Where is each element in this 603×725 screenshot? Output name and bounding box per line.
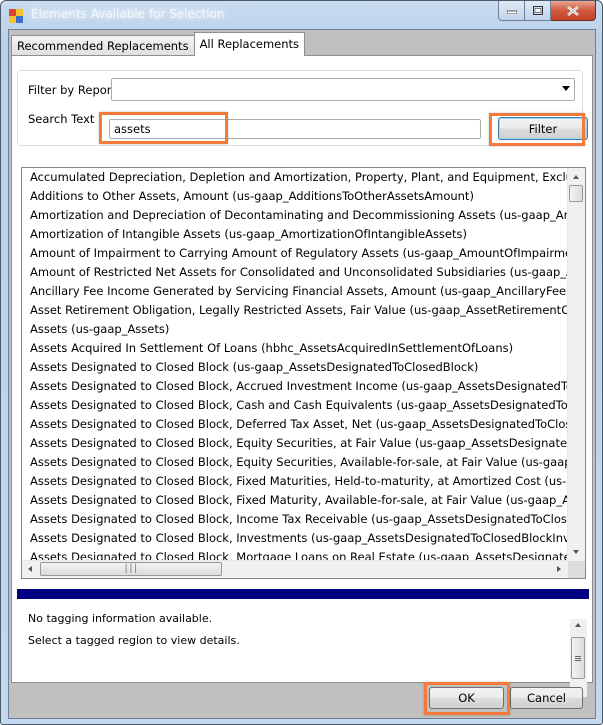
report-filter-dropdown[interactable] bbox=[111, 78, 575, 101]
list-vertical-scroll-thumb[interactable] bbox=[569, 185, 583, 202]
list-horizontal-scrollbar[interactable]: │││ bbox=[22, 560, 568, 578]
filter-button[interactable]: Filter bbox=[498, 117, 588, 140]
list-item[interactable]: Assets (us-gaap_Assets) bbox=[22, 320, 568, 339]
list-item[interactable]: Assets Designated to Closed Block, Fixed… bbox=[22, 491, 568, 510]
list-item[interactable]: Amortization and Depreciation of Deconta… bbox=[22, 206, 568, 225]
maximize-icon bbox=[532, 6, 543, 15]
elements-listbox[interactable]: Accumulated Depreciation, Depletion and … bbox=[21, 167, 586, 579]
window-title: Elements Available for Selection bbox=[31, 7, 225, 21]
list-item[interactable]: Asset Retirement Obligation, Legally Res… bbox=[22, 301, 568, 320]
list-item[interactable]: Assets Designated to Closed Block, Inves… bbox=[22, 529, 568, 548]
list-item[interactable]: Amount of Impairment to Carrying Amount … bbox=[22, 244, 568, 263]
cancel-button[interactable]: Cancel bbox=[510, 687, 583, 709]
details-line-1: No tagging information available. bbox=[28, 612, 213, 625]
scroll-up-icon[interactable] bbox=[573, 175, 579, 179]
filter-group: Filter by Report Search Text Filter bbox=[17, 70, 588, 146]
title-bar[interactable]: Elements Available for Selection bbox=[1, 1, 602, 29]
close-icon bbox=[567, 5, 579, 16]
maximize-button[interactable] bbox=[525, 1, 551, 21]
details-vertical-scrollbar[interactable] bbox=[570, 619, 587, 697]
search-text-label: Search Text bbox=[28, 112, 95, 126]
list-item[interactable]: Amount of Restricted Net Assets for Cons… bbox=[22, 263, 568, 282]
close-button[interactable] bbox=[551, 1, 596, 21]
chevron-down-icon bbox=[562, 86, 570, 91]
dialog-client-area: Recommended Replacements All Replacement… bbox=[8, 29, 596, 719]
list-item[interactable]: Accumulated Depreciation, Depletion and … bbox=[22, 168, 568, 187]
scrollbar-corner bbox=[568, 561, 585, 578]
list-item[interactable]: Assets Designated to Closed Block, Equit… bbox=[22, 453, 568, 472]
list-item[interactable]: Assets Designated to Closed Block, Cash … bbox=[22, 396, 568, 415]
splitter-bar[interactable] bbox=[17, 589, 589, 599]
minimize-button[interactable] bbox=[498, 1, 525, 21]
all-replacements-panel: Filter by Report Search Text Filter Accu… bbox=[11, 55, 593, 697]
tab-recommended-replacements[interactable]: Recommended Replacements bbox=[11, 35, 195, 56]
list-item[interactable]: Amortization of Intangible Assets (us-ga… bbox=[22, 225, 568, 244]
list-vertical-scrollbar[interactable] bbox=[567, 168, 585, 561]
list-item[interactable]: Additions to Other Assets, Amount (us-ga… bbox=[22, 187, 568, 206]
elements-list: Accumulated Depreciation, Depletion and … bbox=[22, 168, 568, 561]
list-horizontal-scroll-thumb[interactable]: │││ bbox=[40, 562, 222, 576]
dialog-window: Elements Available for Selection Recomme… bbox=[0, 0, 603, 725]
details-scroll-up-icon[interactable] bbox=[575, 623, 581, 627]
list-item[interactable]: Assets Designated to Closed Block, Defer… bbox=[22, 415, 568, 434]
minimize-icon bbox=[506, 10, 517, 14]
tab-strip: Recommended Replacements All Replacement… bbox=[11, 32, 306, 56]
ok-button[interactable]: OK bbox=[429, 687, 504, 709]
details-line-2: Select a tagged region to view details. bbox=[28, 634, 240, 647]
list-item[interactable]: Assets Designated to Closed Block, Equit… bbox=[22, 434, 568, 453]
list-item[interactable]: Assets Designated to Closed Block (us-ga… bbox=[22, 358, 568, 377]
list-item[interactable]: Ancillary Fee Income Generated by Servic… bbox=[22, 282, 568, 301]
tab-all-replacements[interactable]: All Replacements bbox=[193, 32, 306, 56]
details-pane: No tagging information available. Select… bbox=[17, 604, 589, 697]
list-item[interactable]: Assets Designated to Closed Block, Accru… bbox=[22, 377, 568, 396]
scroll-right-icon[interactable] bbox=[557, 566, 561, 572]
scroll-left-icon[interactable] bbox=[28, 566, 32, 572]
search-input[interactable] bbox=[109, 119, 481, 139]
app-window-icon bbox=[9, 9, 23, 23]
filter-by-report-label: Filter by Report bbox=[28, 83, 117, 97]
scroll-down-icon[interactable] bbox=[573, 550, 579, 554]
list-item[interactable]: Assets Designated to Closed Block, Fixed… bbox=[22, 472, 568, 491]
list-item[interactable]: Assets Acquired In Settlement Of Loans (… bbox=[22, 339, 568, 358]
list-item[interactable]: Assets Designated to Closed Block, Incom… bbox=[22, 510, 568, 529]
details-scroll-thumb[interactable] bbox=[571, 637, 585, 679]
